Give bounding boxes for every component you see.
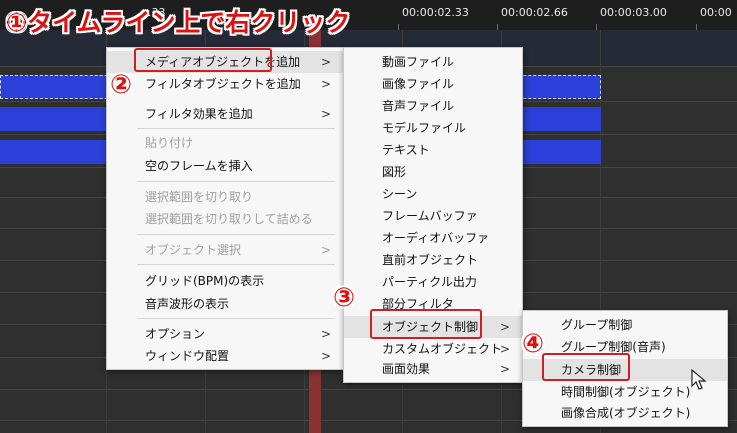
menu-item-show-grid-bpm[interactable]: グリッド(BPM)の表示 [107, 270, 343, 292]
menu-item-frame-buffer[interactable]: フレームバッファ [344, 205, 522, 227]
menu-item-paste[interactable]: 貼り付け [107, 132, 343, 154]
menu-item-particle-output[interactable]: パーティクル出力 [344, 271, 522, 293]
annotation-headline: ①タイムライン上で右クリック [6, 8, 351, 37]
menu-item-options[interactable]: オプション > [107, 323, 343, 345]
timeline-context-menu: メディアオブジェクトを追加 > フィルタオブジェクトを追加 > フィルタ効果を追加 >… [106, 47, 344, 370]
mouse-pointer-icon [691, 369, 707, 390]
menu-separator [137, 264, 335, 265]
menu-item-previous-object[interactable]: 直前オブジェクト [344, 249, 522, 271]
chevron-right-icon: > [320, 349, 331, 363]
chevron-right-icon: > [320, 327, 331, 341]
menu-item-audio-file[interactable]: 音声ファイル [344, 95, 522, 117]
menu-item-screen-effect[interactable]: 画面効果 > [344, 358, 522, 380]
menu-item-shape[interactable]: 図形 [344, 161, 522, 183]
menu-separator [137, 181, 335, 182]
chevron-right-icon: > [320, 55, 331, 69]
ruler-tick-label: 00:00:02.33 [402, 6, 469, 19]
menu-item-text[interactable]: テキスト [344, 139, 522, 161]
menu-item-cut-selection[interactable]: 選択範囲を切り取り [107, 186, 343, 208]
chevron-right-icon: > [499, 320, 510, 334]
menu-item-add-filter-effect[interactable]: フィルタ効果を追加 > [107, 103, 343, 125]
menu-item-group-control[interactable]: グループ制御 [523, 314, 727, 336]
highlight-box-step4 [542, 353, 630, 381]
ruler-tick-label: 00:00:02.66 [501, 6, 568, 19]
chevron-right-icon: > [320, 77, 331, 91]
chevron-right-icon: > [499, 342, 510, 356]
menu-item-audio-buffer[interactable]: オーディオバッファ [344, 227, 522, 249]
menu-item-select-object[interactable]: オブジェクト選択 > [107, 239, 343, 261]
menu-item-video-file[interactable]: 動画ファイル [344, 51, 522, 73]
menu-separator [137, 128, 335, 129]
annotation-step4-number: ④ [522, 329, 545, 359]
menu-item-insert-empty-frame[interactable]: 空のフレームを挿入 [107, 155, 343, 177]
menu-item-model-file[interactable]: モデルファイル [344, 117, 522, 139]
annotation-step3-number: ③ [333, 283, 356, 313]
chevron-right-icon: > [320, 107, 331, 121]
menu-item-image-composite[interactable]: 画像合成(オブジェクト) [523, 402, 727, 424]
menu-item-add-filter-object[interactable]: フィルタオブジェクトを追加 > [107, 73, 343, 95]
chevron-right-icon: > [499, 362, 510, 376]
menu-item-image-file[interactable]: 画像ファイル [344, 73, 522, 95]
menu-item-scene[interactable]: シーン [344, 183, 522, 205]
menu-item-window-layout[interactable]: ウィンドウ配置 > [107, 345, 343, 367]
highlight-box-step2 [134, 48, 272, 72]
highlight-box-step3 [370, 309, 482, 339]
menu-item-show-audio-waveform[interactable]: 音声波形の表示 [107, 293, 343, 315]
annotation-step2-number: ② [110, 70, 133, 100]
menu-item-custom-object[interactable]: カスタムオブジェクト > [344, 338, 522, 360]
menu-separator [137, 318, 335, 319]
ruler-tick-label: 00:00 [700, 6, 732, 19]
ruler-tick-label: 00:00:03.00 [600, 6, 667, 19]
menu-item-cut-selection-close-gap[interactable]: 選択範囲を切り取りして詰める [107, 208, 343, 230]
menu-separator [137, 234, 335, 235]
chevron-right-icon: > [320, 243, 331, 257]
